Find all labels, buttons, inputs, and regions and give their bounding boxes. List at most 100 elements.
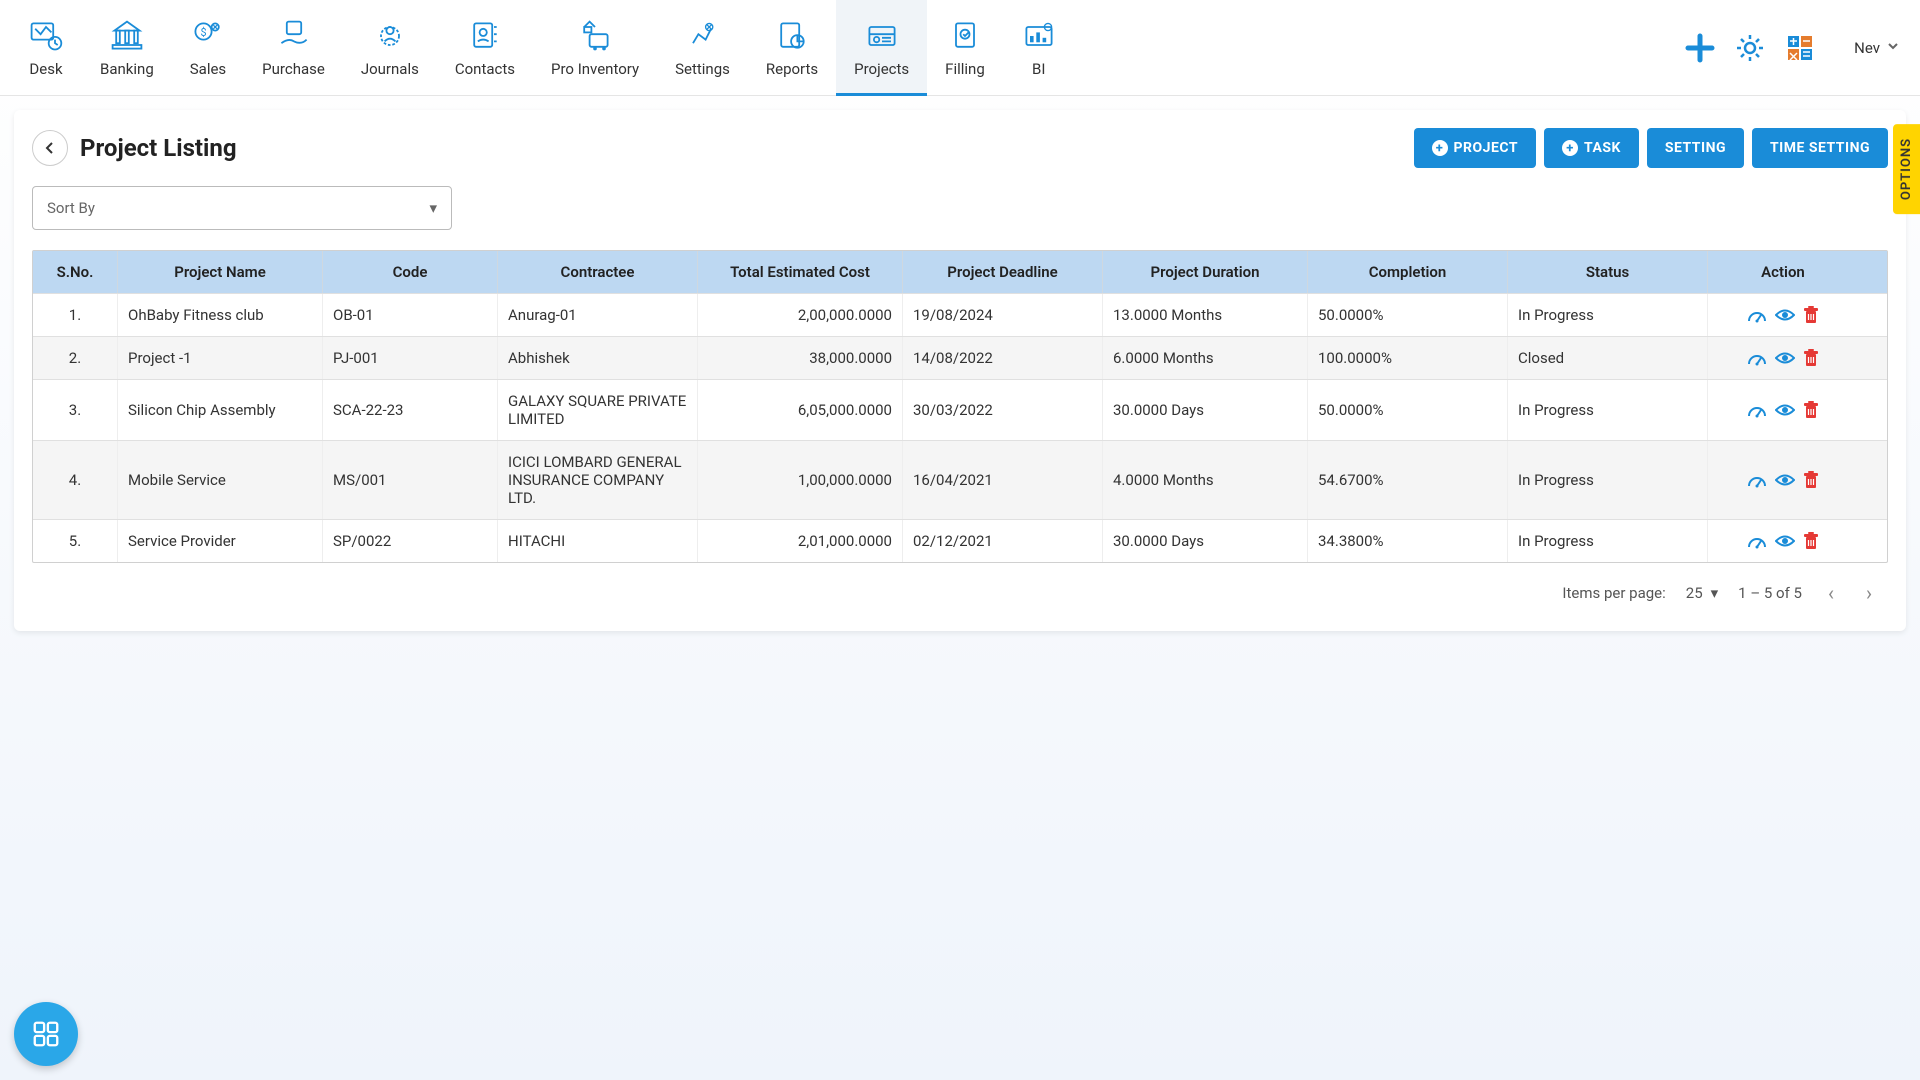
table-head: S.No. Project Name Code Contractee Total… xyxy=(33,251,1887,293)
nav-label: BI xyxy=(1032,60,1045,78)
dashboard-action-icon[interactable] xyxy=(1747,472,1767,488)
view-action-icon[interactable] xyxy=(1775,351,1795,365)
cell-completion: 34.3800% xyxy=(1308,520,1508,562)
cell-cost: 2,01,000.0000 xyxy=(698,520,903,562)
cell-sno: 1. xyxy=(33,294,118,336)
th-status: Status xyxy=(1508,251,1708,293)
th-project-name: Project Name xyxy=(118,251,323,293)
nav-reports[interactable]: Reports xyxy=(748,0,836,96)
nav-filling[interactable]: Filling xyxy=(927,0,1003,96)
nav-purchase[interactable]: Purchase xyxy=(244,0,343,96)
page-card: Project Listing + PROJECT + TASK SETTING… xyxy=(14,110,1906,631)
nav-label: Projects xyxy=(854,60,909,78)
nav-label: Contacts xyxy=(455,60,515,78)
nav-desk[interactable]: Desk xyxy=(10,0,82,96)
nav-journals[interactable]: Journals xyxy=(343,0,437,96)
nav-label: Banking xyxy=(100,60,154,78)
calculator-icon[interactable] xyxy=(1784,32,1816,64)
cell-sno: 3. xyxy=(33,380,118,440)
nav-bi[interactable]: BI xyxy=(1003,0,1075,96)
plus-circle-icon: + xyxy=(1562,140,1578,156)
cell-action xyxy=(1708,441,1858,519)
options-side-tab[interactable]: OPTIONS xyxy=(1893,124,1920,214)
add-icon[interactable] xyxy=(1684,32,1716,64)
gear-icon[interactable] xyxy=(1734,32,1766,64)
table-row: 5. Service Provider SP/0022 HITACHI 2,01… xyxy=(33,519,1887,562)
view-action-icon[interactable] xyxy=(1775,403,1795,417)
inventory-icon xyxy=(577,18,613,54)
view-action-icon[interactable] xyxy=(1775,308,1795,322)
nav-pro-inventory[interactable]: Pro Inventory xyxy=(533,0,657,96)
desk-icon xyxy=(28,18,64,54)
th-code: Code xyxy=(323,251,498,293)
header-tools: Nev xyxy=(1684,32,1900,64)
table-row: 2. Project -1 PJ-001 Abhishek 38,000.000… xyxy=(33,336,1887,379)
project-button[interactable]: + PROJECT xyxy=(1414,128,1536,168)
sort-label: Sort By xyxy=(47,199,95,217)
delete-action-icon[interactable] xyxy=(1803,349,1819,367)
dashboard-action-icon[interactable] xyxy=(1747,307,1767,323)
nav-contacts[interactable]: Contacts xyxy=(437,0,533,96)
bank-icon xyxy=(109,18,145,54)
th-deadline: Project Deadline xyxy=(903,251,1103,293)
th-contractee: Contractee xyxy=(498,251,698,293)
cell-completion: 50.0000% xyxy=(1308,380,1508,440)
bi-icon xyxy=(1021,18,1057,54)
user-dropdown[interactable]: Nev xyxy=(1854,39,1900,57)
cell-contractee: Anurag-01 xyxy=(498,294,698,336)
cell-name: Mobile Service xyxy=(118,441,323,519)
delete-action-icon[interactable] xyxy=(1803,401,1819,419)
cell-duration: 30.0000 Days xyxy=(1103,380,1308,440)
floating-apps-button[interactable] xyxy=(14,1002,78,1066)
nav-banking[interactable]: Banking xyxy=(82,0,172,96)
caret-down-icon: ▾ xyxy=(1711,584,1719,602)
th-completion: Completion xyxy=(1308,251,1508,293)
th-cost: Total Estimated Cost xyxy=(698,251,903,293)
cell-deadline: 16/04/2021 xyxy=(903,441,1103,519)
cell-name: OhBaby Fitness club xyxy=(118,294,323,336)
delete-action-icon[interactable] xyxy=(1803,471,1819,489)
th-action: Action xyxy=(1708,251,1858,293)
cell-status: In Progress xyxy=(1508,294,1708,336)
cell-contractee: Abhishek xyxy=(498,337,698,379)
delete-action-icon[interactable] xyxy=(1803,306,1819,324)
delete-action-icon[interactable] xyxy=(1803,532,1819,550)
setting-button[interactable]: SETTING xyxy=(1647,128,1744,168)
action-buttons: + PROJECT + TASK SETTING TIME SETTING xyxy=(1414,128,1888,168)
items-per-page-label: Items per page: xyxy=(1562,584,1665,602)
dashboard-action-icon[interactable] xyxy=(1747,402,1767,418)
pagination: Items per page: 25 ▾ 1 – 5 of 5 ‹ › xyxy=(32,563,1888,613)
time-setting-button[interactable]: TIME SETTING xyxy=(1752,128,1888,168)
table-body: 1. OhBaby Fitness club OB-01 Anurag-01 2… xyxy=(33,293,1887,562)
nav-projects[interactable]: Projects xyxy=(836,0,927,96)
prev-page-button[interactable]: ‹ xyxy=(1822,577,1840,609)
dashboard-action-icon[interactable] xyxy=(1747,533,1767,549)
nav-sales[interactable]: $ Sales xyxy=(172,0,244,96)
cell-cost: 38,000.0000 xyxy=(698,337,903,379)
cell-name: Service Provider xyxy=(118,520,323,562)
view-action-icon[interactable] xyxy=(1775,534,1795,548)
cell-name: Silicon Chip Assembly xyxy=(118,380,323,440)
cell-completion: 50.0000% xyxy=(1308,294,1508,336)
cell-duration: 4.0000 Months xyxy=(1103,441,1308,519)
nav-label: Reports xyxy=(766,60,818,78)
btn-label: SETTING xyxy=(1665,140,1726,156)
cell-action xyxy=(1708,380,1858,440)
items-per-page-select[interactable]: 25 ▾ xyxy=(1686,584,1718,602)
cell-duration: 13.0000 Months xyxy=(1103,294,1308,336)
view-action-icon[interactable] xyxy=(1775,473,1795,487)
user-label: Nev xyxy=(1854,39,1880,57)
nav-label: Sales xyxy=(190,60,226,78)
sort-by-select[interactable]: Sort By ▾ xyxy=(32,186,452,230)
journals-icon xyxy=(372,18,408,54)
table-row: 3. Silicon Chip Assembly SCA-22-23 GALAX… xyxy=(33,379,1887,440)
svg-text:$: $ xyxy=(200,26,206,39)
cell-deadline: 14/08/2022 xyxy=(903,337,1103,379)
cell-code: SP/0022 xyxy=(323,520,498,562)
task-button[interactable]: + TASK xyxy=(1544,128,1639,168)
nav-settings[interactable]: Settings xyxy=(657,0,748,96)
next-page-button[interactable]: › xyxy=(1860,577,1878,609)
back-button[interactable] xyxy=(32,130,68,166)
btn-label: TIME SETTING xyxy=(1770,140,1870,156)
dashboard-action-icon[interactable] xyxy=(1747,350,1767,366)
